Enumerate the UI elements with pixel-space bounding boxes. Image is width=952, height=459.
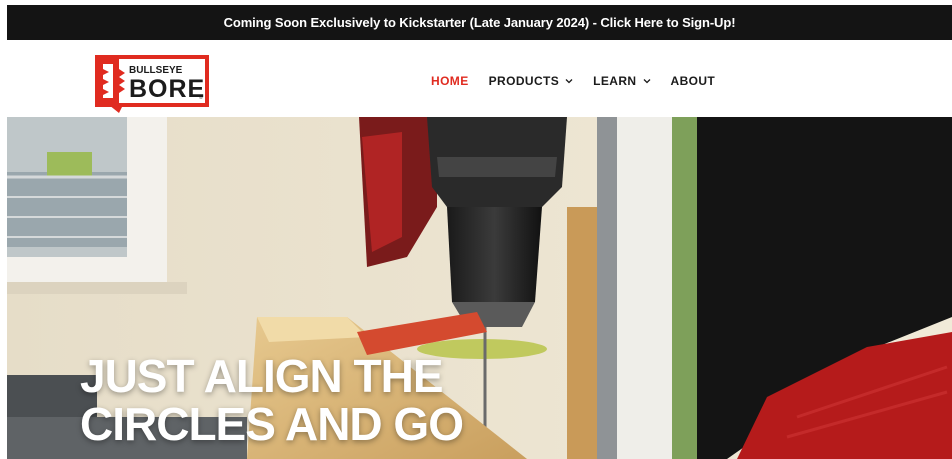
logo-trademark: ®	[199, 94, 203, 101]
announcement-text[interactable]: Coming Soon Exclusively to Kickstarter (…	[224, 15, 736, 30]
nav-label-products: PRODUCTS	[488, 74, 560, 88]
nav-label-about: ABOUT	[670, 74, 716, 88]
nav-label-learn: LEARN	[593, 74, 637, 88]
hero-headline: JUST ALIGN THE CIRCLES AND GO	[80, 350, 464, 450]
hero-headline-line1: JUST ALIGN THE	[80, 350, 444, 402]
site-header: BULLSEYE BORE ® HOME PRODUCTS LEARN ABOU…	[7, 40, 952, 117]
hero-headline-line2: CIRCLES AND GO	[80, 398, 464, 450]
chevron-down-icon	[565, 79, 573, 84]
hero-banner: JUST ALIGN THE CIRCLES AND GO	[7, 117, 952, 459]
nav-item-products[interactable]: PRODUCTS	[489, 74, 574, 88]
nav-item-about[interactable]: ABOUT	[671, 74, 716, 88]
logo-graphic: BULLSEYE BORE ®	[95, 55, 209, 113]
chevron-down-icon	[643, 79, 650, 84]
bullseye-bore-logo[interactable]: BULLSEYE BORE ®	[95, 55, 211, 113]
announcement-bar[interactable]: Coming Soon Exclusively to Kickstarter (…	[7, 5, 952, 40]
nav-item-home[interactable]: HOME	[431, 74, 469, 88]
nav-label-home: HOME	[431, 74, 469, 88]
nav-item-learn[interactable]: LEARN	[593, 74, 650, 88]
main-nav: HOME PRODUCTS LEARN ABOUT	[431, 74, 735, 88]
logo-line2: BORE	[129, 75, 205, 103]
